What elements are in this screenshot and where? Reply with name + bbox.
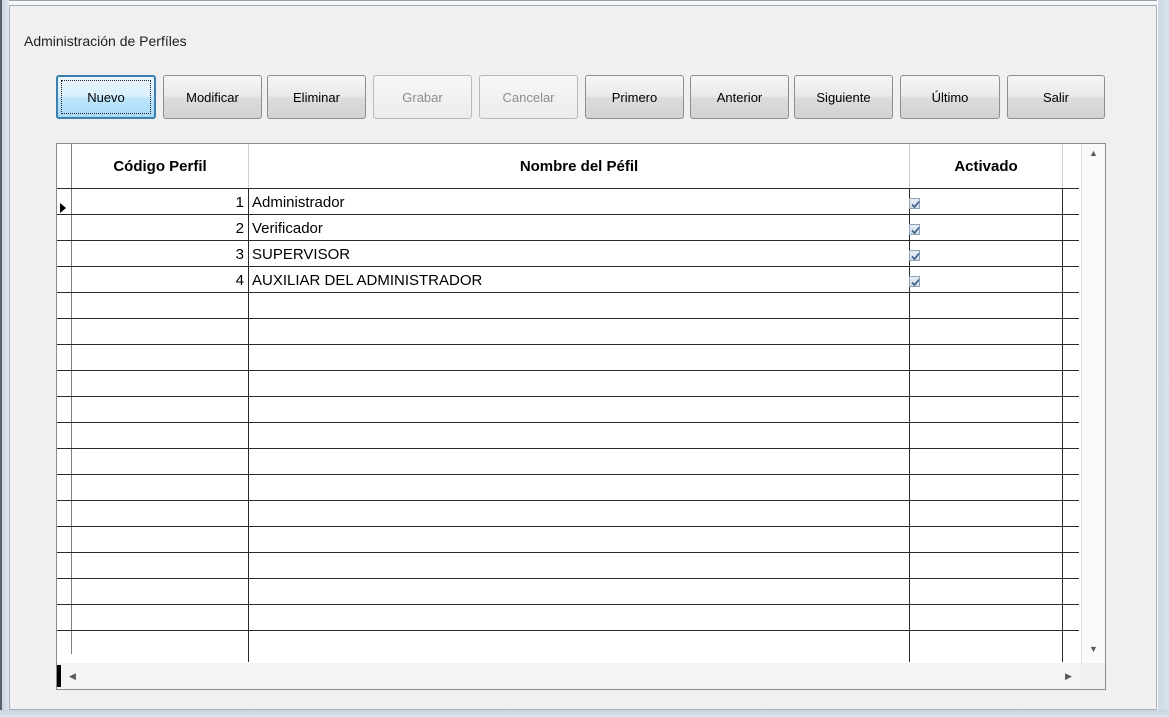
scroll-position-marker [57,665,61,687]
activado-checkbox[interactable] [909,198,920,209]
row-divider [57,370,1079,371]
siguiente-button[interactable]: Siguiente [794,75,893,119]
scroll-left-icon[interactable]: ◀ [69,671,76,682]
grabar-button[interactable]: Grabar [373,75,472,119]
cell-codigo[interactable]: 1 [72,190,244,216]
column-header-codigo-label: Código Perfil [113,157,207,175]
row-divider [57,578,1079,579]
cancelar-button[interactable]: Cancelar [479,75,578,119]
row-divider [57,474,1079,475]
row-divider [57,318,1079,319]
modificar-button[interactable]: Modificar [163,75,262,119]
window-frame-bottom [0,710,1169,717]
cell-codigo[interactable]: 3 [72,242,244,268]
row-divider [57,344,1079,345]
grabar-label: Grabar [402,89,443,105]
window-frame-left [0,0,9,717]
row-divider [57,448,1079,449]
scroll-right-icon[interactable]: ▶ [1065,671,1072,682]
column-header-activado[interactable]: Activado [910,144,1063,188]
modificar-label: Modificar [186,89,239,105]
row-divider [57,188,1079,189]
activado-checkbox[interactable] [909,250,920,261]
ultimo-label: Último [931,89,969,105]
row-divider [57,396,1079,397]
primero-label: Primero [611,89,658,105]
row-divider [57,500,1079,501]
window-frame-right [1157,0,1169,717]
eliminar-label: Eliminar [293,89,340,105]
checkbox-checked-icon [911,252,920,261]
cell-codigo[interactable]: 2 [72,216,244,242]
scrollbar-corner [1081,663,1105,689]
vertical-scrollbar[interactable]: ▲ ▼ [1081,144,1105,663]
salir-button[interactable]: Salir [1007,75,1105,119]
column-header-nombre-label: Nombre del Péfil [519,157,639,175]
checkbox-checked-icon [911,278,920,287]
cancelar-label: Cancelar [502,89,555,105]
column-header-activado-label: Activado [954,157,1018,175]
row-pointer-icon [60,203,66,213]
cell-nombre[interactable]: Administrador [252,190,345,216]
column-header-codigo[interactable]: Código Perfil [72,144,249,188]
siguiente-label: Siguiente [816,89,871,105]
activado-checkbox[interactable] [909,276,920,287]
row-divider [57,422,1079,423]
column-divider [248,188,249,662]
activado-checkbox[interactable] [909,224,920,235]
row-divider [57,526,1079,527]
scroll-down-icon[interactable]: ▼ [1089,644,1098,654]
salir-label: Salir [1042,89,1069,105]
cell-nombre[interactable]: Verificador [252,216,323,242]
row-divider [57,552,1079,553]
row-divider [57,630,1079,631]
profiles-grid[interactable]: Código Perfil Nombre del Péfil Activado … [56,143,1106,690]
column-header-nombre[interactable]: Nombre del Péfil [249,144,910,188]
primero-button[interactable]: Primero [585,75,684,119]
row-divider [57,604,1079,605]
cell-nombre[interactable]: AUXILIAR DEL ADMINISTRADOR [252,268,482,294]
scroll-up-icon[interactable]: ▲ [1089,148,1098,158]
window-title: Administración de Perfíles [24,33,187,49]
anterior-button[interactable]: Anterior [690,75,789,119]
nuevo-button[interactable]: Nuevo [56,75,156,119]
eliminar-button[interactable]: Eliminar [267,75,366,119]
cell-codigo[interactable]: 4 [72,268,244,294]
horizontal-scrollbar[interactable]: ◀ ▶ [57,663,1081,689]
nuevo-label: Nuevo [87,89,125,105]
checkbox-checked-icon [911,226,920,235]
checkbox-checked-icon [911,200,920,209]
column-divider [1062,188,1063,662]
ultimo-button[interactable]: Último [900,75,1000,119]
cell-nombre[interactable]: SUPERVISOR [252,242,350,268]
anterior-label: Anterior [716,89,763,105]
